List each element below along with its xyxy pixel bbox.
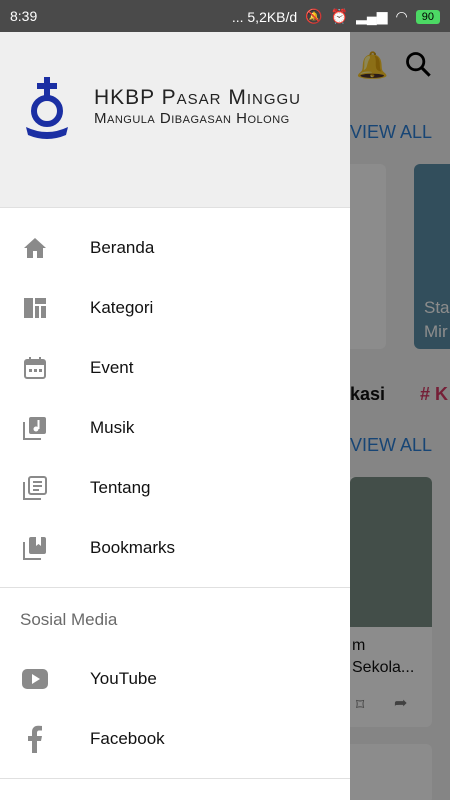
calendar-icon bbox=[22, 355, 48, 381]
church-name: HKBP Pasar Minggu bbox=[94, 86, 301, 109]
menu-label: Musik bbox=[90, 418, 135, 437]
church-tagline: Mangula Dibagasan Holong bbox=[94, 110, 290, 127]
church-logo bbox=[22, 77, 72, 142]
drawer-scrim[interactable] bbox=[350, 32, 450, 800]
network-speed: ... 5,2KB/d bbox=[231, 8, 298, 25]
menu-item-event[interactable]: Event bbox=[0, 338, 350, 398]
menu-item-musik[interactable]: Musik bbox=[0, 398, 350, 458]
home-icon bbox=[22, 235, 48, 261]
menu-item-facebook[interactable]: Facebook bbox=[0, 709, 350, 769]
social-media-heading: Sosial Media bbox=[20, 610, 118, 629]
menu-label: Bookmarks bbox=[90, 538, 176, 557]
status-time: 8:39 bbox=[10, 8, 38, 24]
status-bar: 8:39 ... 5,2KB/d 🔕 ⏰ ▂▄▆ ◠ 90 bbox=[0, 0, 450, 32]
signal-icon: ▂▄▆ bbox=[356, 8, 388, 24]
menu-label: Event bbox=[90, 358, 134, 377]
alarm-icon: ⏰ bbox=[330, 8, 349, 24]
menu-item-bookmarks[interactable]: Bookmarks bbox=[0, 518, 350, 578]
menu-item-beranda[interactable]: Beranda bbox=[0, 218, 350, 278]
library-books-icon bbox=[22, 475, 48, 501]
status-right: ... 5,2KB/d 🔕 ⏰ ▂▄▆ ◠ 90 bbox=[232, 8, 440, 25]
bookmarks-icon bbox=[22, 535, 48, 561]
mute-icon: 🔕 bbox=[305, 8, 323, 24]
menu-label: Beranda bbox=[90, 238, 155, 257]
menu-divider bbox=[0, 587, 350, 588]
facebook-icon bbox=[22, 725, 48, 753]
menu-label: Kategori bbox=[90, 298, 154, 317]
menu-item-youtube[interactable]: YouTube bbox=[0, 649, 350, 709]
bottom-divider bbox=[0, 778, 350, 779]
menu-item-tentang[interactable]: Tentang bbox=[0, 458, 350, 518]
dashboard-icon bbox=[22, 295, 48, 321]
music-library-icon bbox=[22, 415, 48, 441]
navigation-drawer: HKBP Pasar Minggu Mangula Dibagasan Holo… bbox=[0, 32, 350, 800]
menu-label: Facebook bbox=[90, 729, 165, 748]
menu-label: Tentang bbox=[90, 478, 151, 497]
battery-indicator: 90 bbox=[415, 9, 440, 24]
wifi-icon: ◠ bbox=[395, 8, 408, 24]
youtube-icon bbox=[22, 666, 48, 692]
drawer-header: HKBP Pasar Minggu Mangula Dibagasan Holo… bbox=[0, 32, 350, 208]
menu-label: YouTube bbox=[90, 669, 157, 688]
menu-item-kategori[interactable]: Kategori bbox=[0, 278, 350, 338]
